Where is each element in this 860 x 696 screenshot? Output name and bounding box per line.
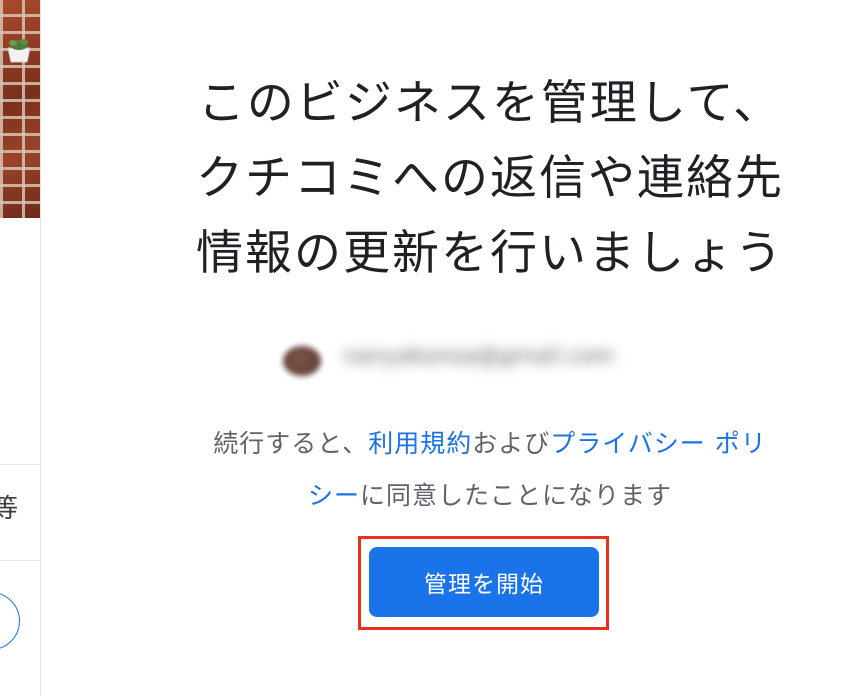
privacy-link[interactable]: プライバシー ポリ bbox=[550, 429, 766, 458]
account-chip: nanyakonoa@gmail.com bbox=[283, 342, 683, 382]
heading-line-1: このビジネスを管理して、 bbox=[197, 76, 783, 131]
legal-and: および bbox=[472, 429, 551, 458]
terms-link[interactable]: 利用規約 bbox=[368, 429, 472, 458]
business-photo[interactable] bbox=[0, 0, 40, 218]
page-heading: このビジネスを管理して、 クチコミへの返信や連絡先 情報の更新を行いましょう bbox=[120, 66, 860, 291]
privacy-link-continued[interactable]: シー bbox=[308, 481, 360, 510]
account-email: nanyakonoa@gmail.com bbox=[343, 344, 615, 369]
legal-notice: 続行すると、利用規約およびプライバシー ポリ シーに同意したことになります bbox=[140, 418, 840, 522]
plant-pot-icon bbox=[7, 39, 31, 63]
legal-prefix: 続行すると、 bbox=[213, 429, 369, 458]
heading-line-2: クチコミへの返信や連絡先 bbox=[196, 151, 784, 206]
legal-suffix: に同意したことになります bbox=[360, 481, 673, 510]
panel-partial-text: 等 bbox=[0, 494, 19, 524]
panel-divider-bottom bbox=[0, 560, 40, 561]
legal-line-1: 続行すると、利用規約およびプライバシー ポリ bbox=[140, 418, 840, 470]
avatar bbox=[283, 346, 321, 376]
business-side-panel: 等 bbox=[0, 0, 41, 696]
panel-circle-button[interactable] bbox=[0, 592, 20, 650]
legal-line-2: シーに同意したことになります bbox=[140, 470, 840, 522]
heading-line-3: 情報の更新を行いましょう bbox=[196, 226, 784, 281]
start-managing-button[interactable]: 管理を開始 bbox=[369, 547, 599, 617]
panel-divider-top bbox=[0, 464, 40, 465]
